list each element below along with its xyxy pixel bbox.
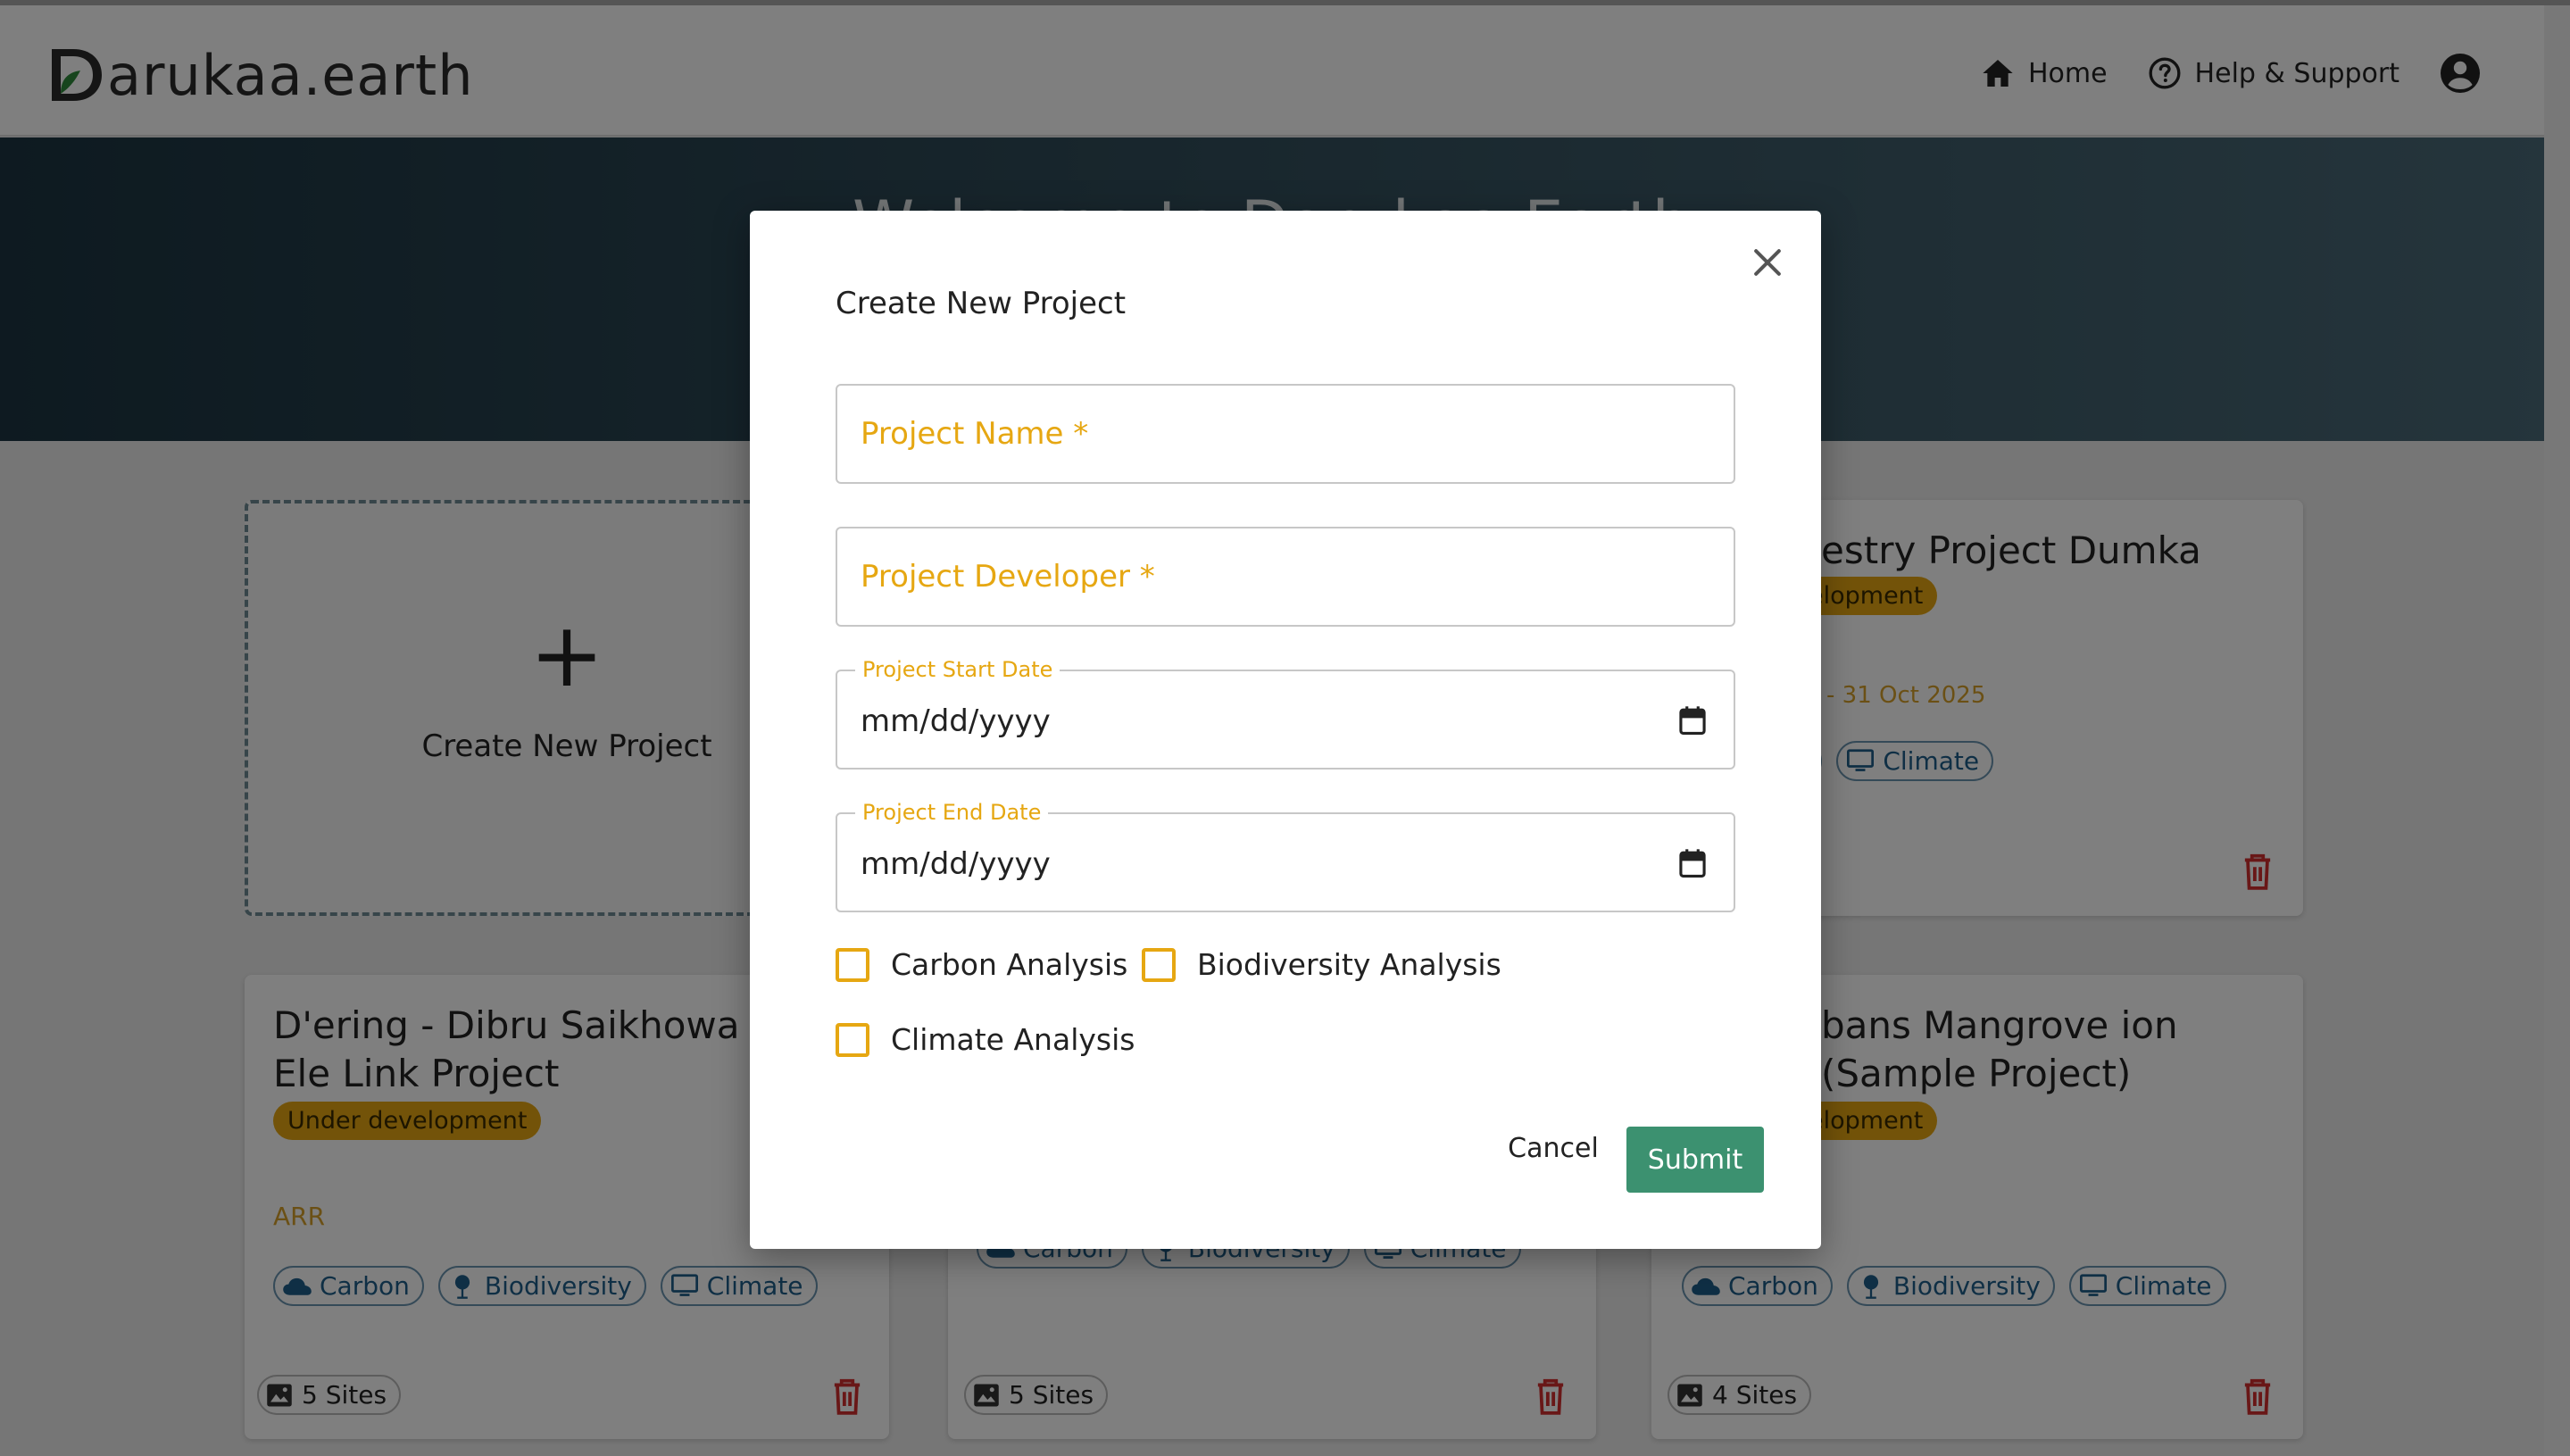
create-project-dialog: Create New Project Project Start Date mm… [750,211,1821,1249]
end-date-label: Project End Date [855,800,1049,825]
project-developer-field[interactable] [836,527,1735,627]
close-icon[interactable] [1748,243,1787,282]
climate-analysis-checkbox[interactable] [836,1022,869,1057]
climate-analysis-option[interactable]: Climate Analysis [836,1022,1135,1057]
carbon-analysis-option[interactable]: Carbon Analysis [836,947,1127,982]
project-name-field[interactable] [836,384,1735,484]
biodiversity-analysis-option[interactable]: Biodiversity Analysis [1142,947,1501,982]
submit-button[interactable]: Submit [1626,1127,1764,1193]
window-top-border [0,0,2570,5]
project-developer-input[interactable] [837,528,1734,625]
carbon-analysis-checkbox[interactable] [836,947,869,982]
biodiversity-analysis-checkbox[interactable] [1142,947,1176,982]
carbon-analysis-label: Carbon Analysis [891,947,1128,982]
project-name-input[interactable] [837,386,1734,482]
calendar-icon[interactable] [1678,848,1707,878]
calendar-icon[interactable] [1678,705,1707,736]
start-date-input[interactable]: mm/dd/yyyy [861,703,1051,739]
project-start-date-field[interactable]: Project Start Date mm/dd/yyyy [836,657,1735,770]
project-end-date-field[interactable]: Project End Date mm/dd/yyyy [836,800,1735,912]
climate-analysis-label: Climate Analysis [891,1022,1135,1057]
dialog-title: Create New Project [836,286,1127,321]
biodiversity-analysis-label: Biodiversity Analysis [1197,947,1501,982]
end-date-input[interactable]: mm/dd/yyyy [861,846,1051,882]
cancel-button[interactable]: Cancel [1500,1121,1607,1175]
start-date-label: Project Start Date [855,657,1060,682]
